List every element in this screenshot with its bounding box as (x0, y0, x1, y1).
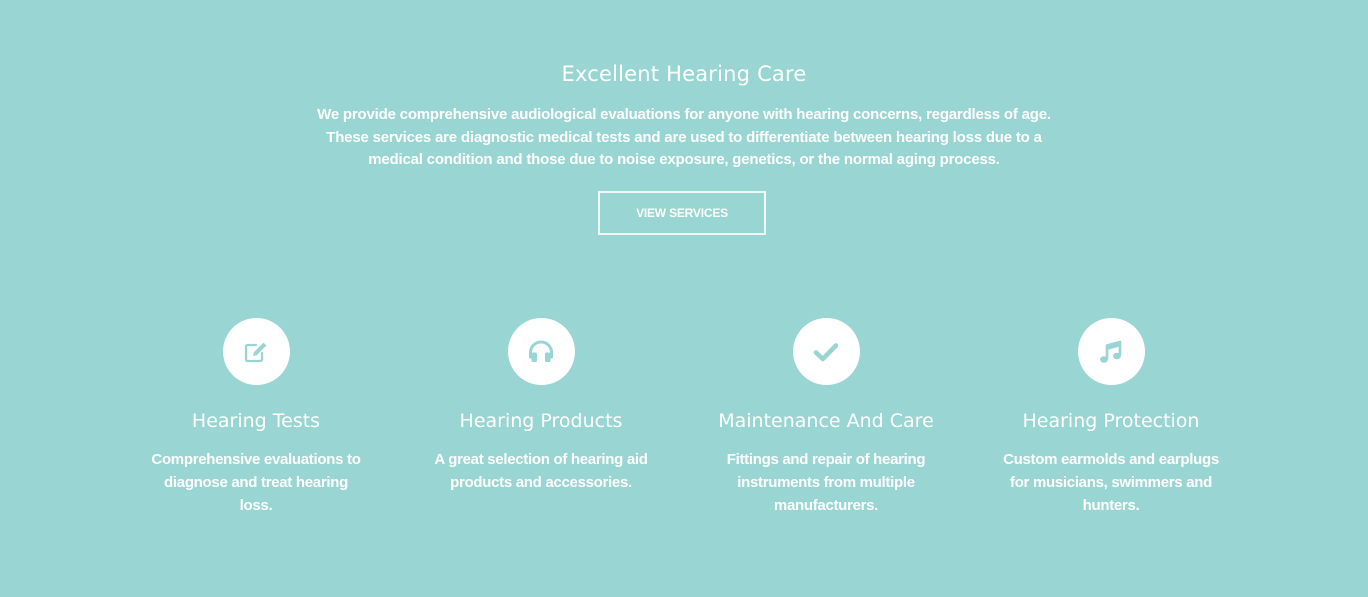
feature-title: Hearing Products (459, 410, 623, 432)
feature-card-maintenance-and-care: Maintenance And Care Fittings and repair… (706, 318, 946, 517)
check-icon (792, 318, 860, 385)
feature-card-hearing-protection: Hearing Protection Custom earmolds and e… (991, 318, 1231, 517)
feature-title: Maintenance And Care (718, 410, 934, 432)
feature-description: A great selection of hearing aid product… (434, 451, 648, 491)
feature-card-hearing-tests: Hearing Tests Comprehensive evaluations … (136, 318, 376, 517)
headphones-icon (507, 318, 575, 385)
features-section: Hearing Tests Comprehensive evaluations … (0, 0, 1368, 597)
feature-title: Hearing Tests (191, 410, 321, 432)
feature-description: Custom earmolds and earplugs for musicia… (1003, 451, 1219, 514)
feature-description: Fittings and repair of hearing instrumen… (726, 451, 926, 514)
feature-description: Comprehensive evaluations to diagnose an… (151, 451, 361, 514)
music-note-icon (1077, 318, 1145, 385)
feature-title: Hearing Protection (1022, 410, 1200, 432)
edit-icon (222, 318, 290, 385)
feature-card-hearing-products: Hearing Products A great selection of he… (421, 318, 661, 494)
